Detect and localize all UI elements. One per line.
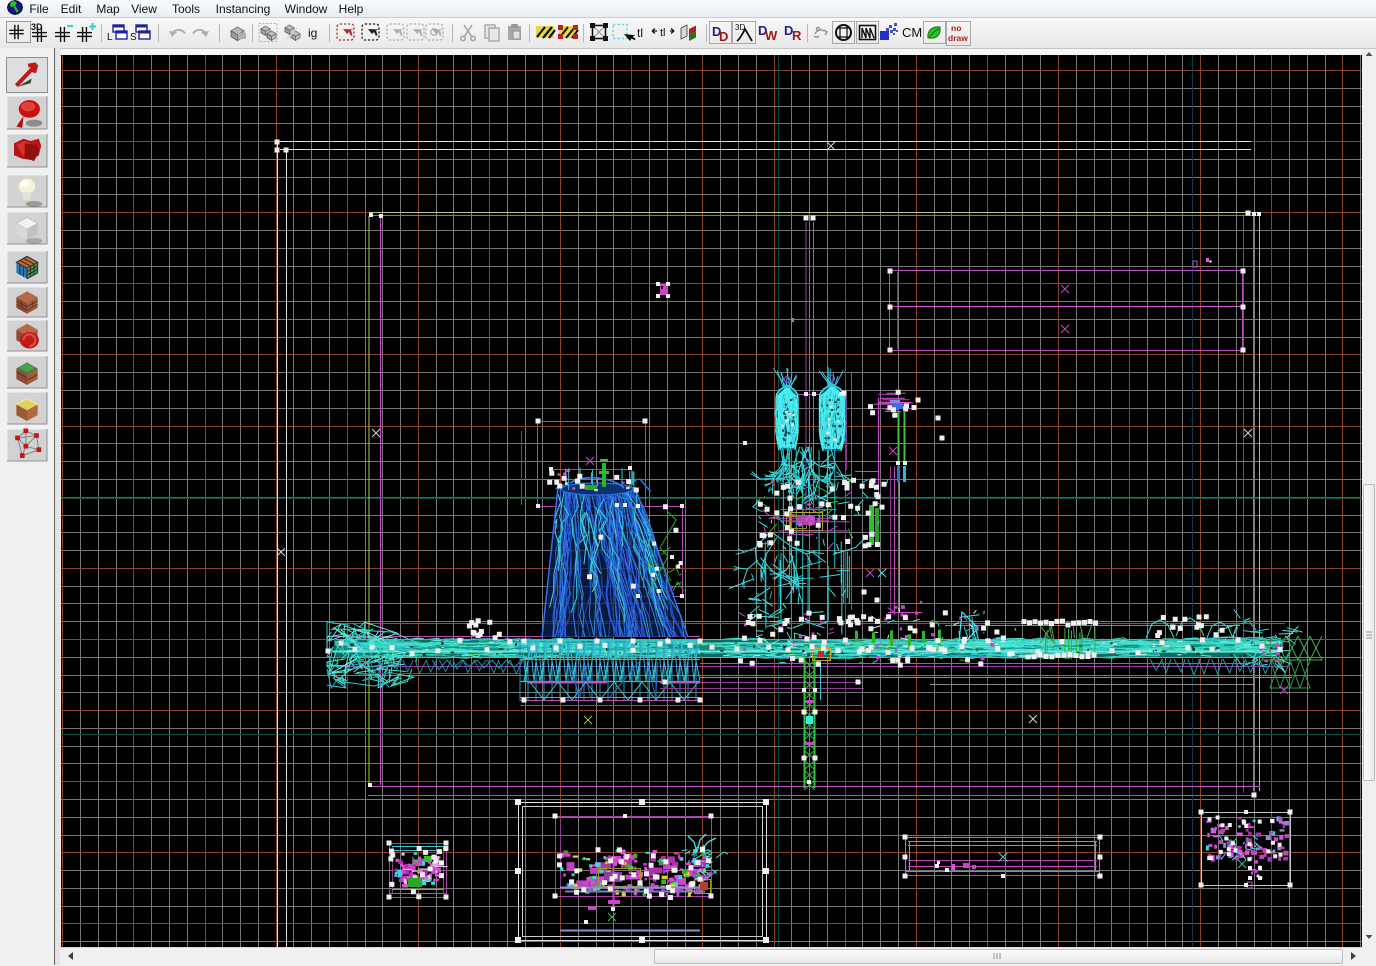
svg-text:D: D <box>719 29 728 44</box>
svg-text:ig: ig <box>308 26 317 40</box>
svg-text:S: S <box>130 32 137 43</box>
svg-text:W: W <box>765 28 778 43</box>
svg-text:draw: draw <box>948 33 968 43</box>
svg-text:tl: tl <box>637 26 643 40</box>
svg-text:L: L <box>107 32 113 43</box>
svg-text:tl: tl <box>660 27 666 39</box>
svg-text:CM: CM <box>902 25 922 40</box>
svg-text:no: no <box>951 23 961 33</box>
svg-text:R: R <box>792 28 802 43</box>
